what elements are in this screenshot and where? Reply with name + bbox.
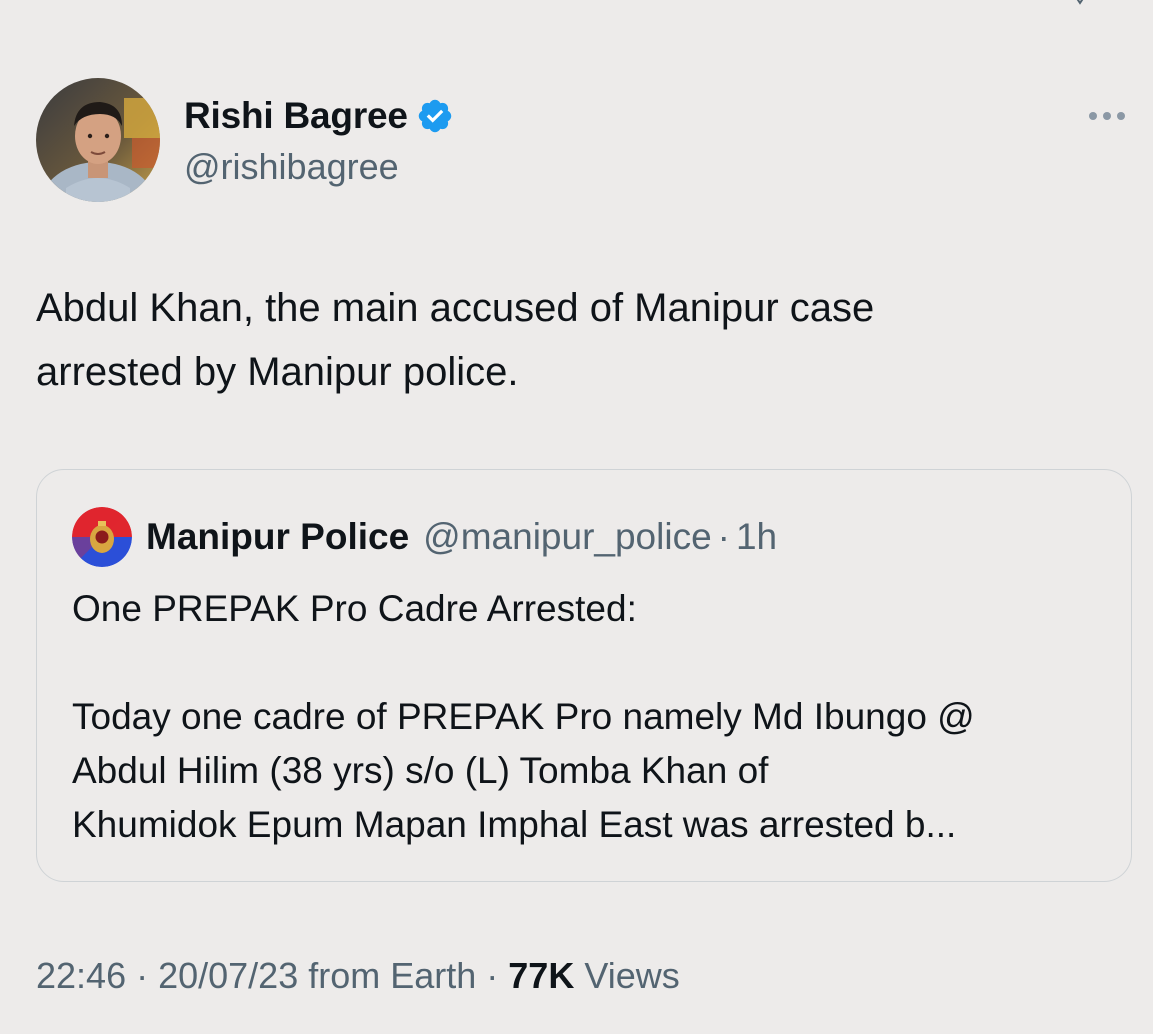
more-options-icon[interactable] xyxy=(1082,100,1132,132)
verified-badge-icon[interactable] xyxy=(416,97,454,135)
tweet-text: Abdul Khan, the main accused of Manipur … xyxy=(36,286,875,394)
tweet-source: from Earth xyxy=(308,955,477,996)
quoted-author-avatar[interactable] xyxy=(72,507,132,567)
views-count[interactable]: 77K xyxy=(508,952,574,1000)
quoted-separator: · xyxy=(717,516,730,557)
quoted-timestamp[interactable]: 1h xyxy=(736,516,777,558)
quoted-author-name[interactable]: Manipur Police xyxy=(146,516,409,558)
quoted-tweet-text: One PREPAK Pro Cadre Arrested: Today one… xyxy=(72,588,975,845)
meta-separator: · xyxy=(486,955,499,996)
author-name[interactable]: Rishi Bagree xyxy=(184,94,408,138)
tweet-meta: 22:46 · 20/07/23 from Earth · 77K Views xyxy=(36,952,680,1000)
tweet-date[interactable]: 20/07/23 xyxy=(158,952,298,1000)
quoted-tweet-header: Manipur Police @manipur_police · 1h xyxy=(72,507,777,567)
views-label[interactable]: Views xyxy=(584,952,679,1000)
tweet-time[interactable]: 22:46 xyxy=(36,952,126,1000)
author-name-row[interactable]: Rishi Bagree xyxy=(184,94,454,138)
quoted-tweet-card[interactable]: Manipur Police @manipur_police · 1h One … xyxy=(36,469,1132,882)
author-avatar[interactable] xyxy=(36,78,160,202)
author-handle[interactable]: @rishibagree xyxy=(184,146,399,188)
quoted-author-handle[interactable]: @manipur_police xyxy=(423,516,711,558)
meta-separator: · xyxy=(136,955,149,996)
top-partial-icon xyxy=(1072,0,1086,6)
